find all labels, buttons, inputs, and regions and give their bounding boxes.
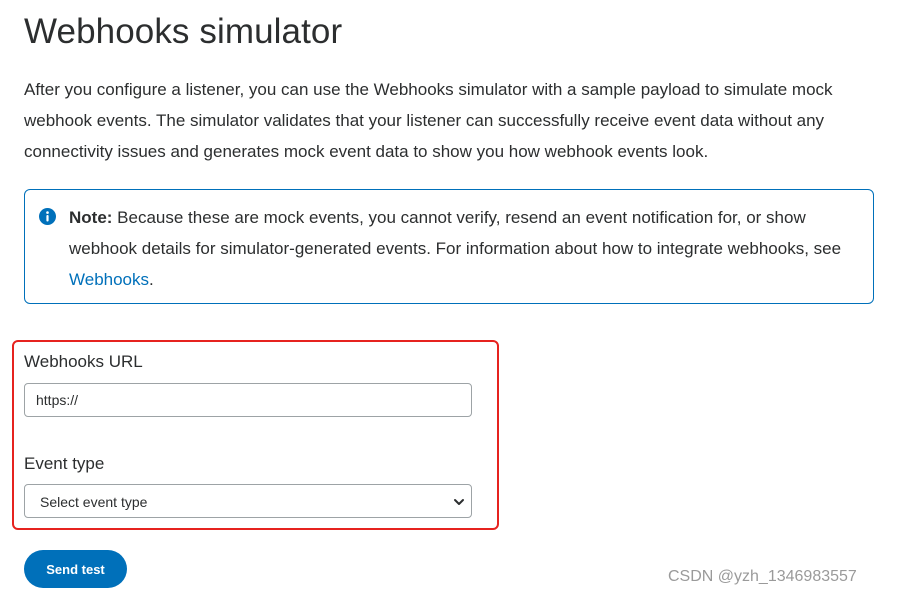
intro-paragraph: After you configure a listener, you can … (24, 80, 833, 161)
event-type-label: Event type (24, 454, 105, 473)
note-label: Note: (69, 208, 113, 227)
note-body-end: . (149, 270, 154, 289)
note-text: Note: Because these are mock events, you… (69, 202, 859, 295)
watermark: CSDN @yzh_1346983557 (668, 568, 857, 585)
event-type-selected-value: Select event type (40, 494, 148, 510)
page-title: Webhooks simulator (24, 12, 343, 51)
webhooks-url-label: Webhooks URL (24, 352, 143, 371)
webhooks-url-input[interactable] (24, 383, 472, 417)
webhooks-link[interactable]: Webhooks (69, 270, 149, 289)
note-body: Because these are mock events, you canno… (69, 208, 842, 258)
event-type-select[interactable]: Select event type (24, 484, 472, 518)
send-test-button[interactable]: Send test (24, 550, 127, 588)
note-callout: Note: Because these are mock events, you… (24, 189, 874, 304)
